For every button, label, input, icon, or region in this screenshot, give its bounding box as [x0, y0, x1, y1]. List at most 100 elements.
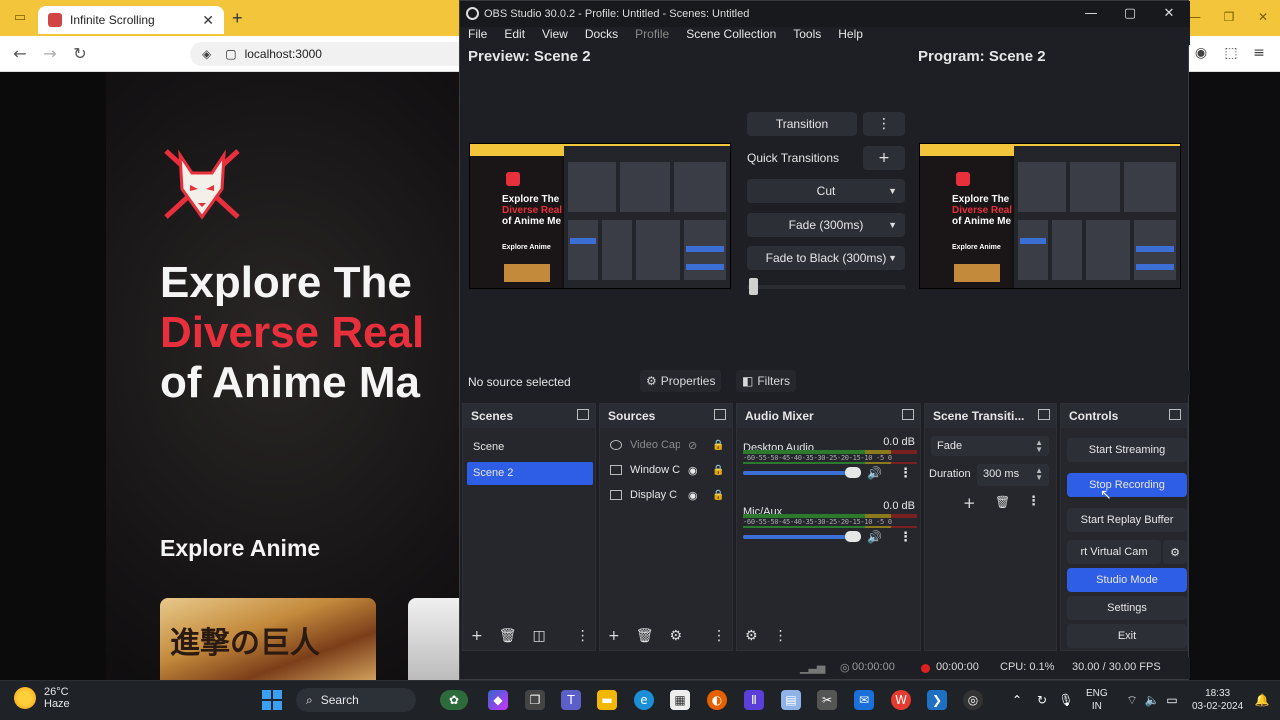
- tray-sync-icon[interactable]: ↻: [1032, 690, 1052, 710]
- filters-button[interactable]: ◧ Filters: [736, 370, 797, 392]
- source-properties-gear-icon[interactable]: ⚙: [670, 628, 683, 644]
- firefox-icon[interactable]: ◐: [707, 690, 727, 710]
- remove-scene-trash-icon[interactable]: 🗑: [499, 628, 517, 644]
- eye-icon[interactable]: ◉: [688, 489, 702, 502]
- transition-slider-handle[interactable]: [749, 278, 758, 295]
- back-icon[interactable]: ←: [10, 44, 30, 64]
- lock-icon[interactable]: 🔒: [712, 440, 724, 451]
- source-item-window-capture[interactable]: Window C ◉ 🔒: [610, 459, 730, 481]
- remove-source-trash-icon[interactable]: 🗑: [636, 628, 654, 644]
- mixer-kebab-icon[interactable]: ⋮: [899, 530, 912, 545]
- source-item-video-capture[interactable]: Video Cap ⊘ 🔒: [610, 434, 730, 456]
- stop-recording-button[interactable]: Stop Recording: [1067, 473, 1187, 497]
- speaker-icon[interactable]: 🔊: [867, 466, 882, 480]
- source-item-display-capture[interactable]: Display C ◉ 🔒: [610, 484, 730, 506]
- extension-icon[interactable]: ◉: [1192, 44, 1210, 62]
- mixer-settings-gear-icon[interactable]: ⚙: [745, 628, 758, 644]
- scene-filters-icon[interactable]: ◫: [533, 628, 546, 644]
- obs-close-icon[interactable]: ✕: [1159, 6, 1179, 21]
- brave-icon[interactable]: W: [891, 690, 911, 710]
- volume-slider-handle[interactable]: [845, 467, 861, 478]
- transition-slider-track[interactable]: [747, 285, 905, 289]
- lock-icon[interactable]: 🔒: [712, 465, 724, 476]
- volume-slider[interactable]: [743, 535, 853, 539]
- tab-close-icon[interactable]: ✕: [202, 12, 214, 29]
- volume-slider[interactable]: [743, 471, 853, 475]
- start-virtual-cam-button[interactable]: rt Virtual Cam: [1067, 540, 1161, 564]
- transition-type-select[interactable]: Fade ▲ ▼: [931, 436, 1049, 456]
- virtual-cam-settings-gear-icon[interactable]: ⚙: [1163, 540, 1187, 564]
- undock-icon[interactable]: [714, 409, 726, 420]
- edge-icon[interactable]: e: [634, 690, 654, 710]
- weather-widget[interactable]: 26°C Haze: [14, 686, 70, 710]
- taskbar-search[interactable]: ⌕ Search: [296, 688, 416, 712]
- site-info-icon[interactable]: ▢: [225, 47, 236, 61]
- tab-list-icon[interactable]: ▭: [10, 8, 30, 28]
- task-view-icon[interactable]: ❐: [525, 690, 545, 710]
- anime-card[interactable]: 進撃の巨人: [160, 598, 376, 680]
- menu-edit[interactable]: Edit: [504, 27, 525, 45]
- anime-card[interactable]: [408, 598, 460, 680]
- file-explorer-icon[interactable]: ▬: [597, 690, 617, 710]
- notes-icon[interactable]: ▤: [781, 690, 801, 710]
- start-button-windows-icon[interactable]: [262, 690, 282, 710]
- menu-icon[interactable]: ≡: [1250, 44, 1268, 62]
- undock-icon[interactable]: [577, 409, 589, 420]
- microphone-icon[interactable]: 🎙: [1056, 690, 1076, 710]
- add-scene-plus-icon[interactable]: +: [471, 628, 483, 644]
- mixer-menu-kebab-icon[interactable]: ⋮: [774, 628, 788, 644]
- menu-file[interactable]: File: [468, 27, 487, 45]
- obs-maximize-icon[interactable]: ▢: [1120, 6, 1140, 21]
- exit-button[interactable]: Exit: [1067, 624, 1187, 648]
- preview-canvas[interactable]: Explore The Diverse Real of Anime Me Exp…: [469, 143, 731, 289]
- obs-minimize-icon[interactable]: —: [1081, 6, 1101, 21]
- quick-transition-cut[interactable]: Cut ▼: [747, 179, 905, 203]
- remove-transition-trash-icon[interactable]: 🗑: [995, 495, 1010, 509]
- undock-icon[interactable]: [1038, 409, 1050, 420]
- obs-taskbar-icon[interactable]: ◎: [963, 690, 983, 710]
- transition-button[interactable]: Transition: [747, 112, 857, 136]
- tray-chevron-up-icon[interactable]: ⌃: [1007, 690, 1027, 710]
- search-highlight-icon[interactable]: ✿: [440, 690, 468, 710]
- mixer-kebab-icon[interactable]: ⋮: [899, 466, 912, 481]
- reload-icon[interactable]: ↻: [70, 44, 90, 64]
- properties-button[interactable]: ⚙ Properties: [640, 370, 722, 392]
- clock[interactable]: 18:33 03-02-2024: [1192, 687, 1243, 713]
- studio-mode-button[interactable]: Studio Mode: [1067, 568, 1187, 592]
- forward-icon[interactable]: →: [40, 44, 60, 64]
- new-tab-button[interactable]: +: [232, 8, 243, 29]
- puzzle-icon[interactable]: ⬚: [1222, 44, 1240, 62]
- undock-icon[interactable]: [1169, 409, 1181, 420]
- wifi-icon[interactable]: ⌔: [1122, 690, 1142, 710]
- start-replay-buffer-button[interactable]: Start Replay Buffer: [1067, 508, 1187, 532]
- add-source-plus-icon[interactable]: +: [608, 628, 620, 644]
- menu-docks[interactable]: Docks: [585, 27, 618, 45]
- eye-icon[interactable]: ◉: [688, 464, 702, 477]
- teams-icon[interactable]: T: [561, 690, 581, 710]
- language-indicator[interactable]: ENG IN: [1086, 687, 1108, 713]
- menu-scene-collection[interactable]: Scene Collection: [686, 27, 776, 45]
- store-icon[interactable]: ▦: [670, 690, 690, 710]
- quick-transition-fade[interactable]: Fade (300ms) ▼: [747, 213, 905, 237]
- browser-tab[interactable]: Infinite Scrolling ✕: [38, 6, 224, 34]
- snipping-tool-icon[interactable]: ✂: [817, 690, 837, 710]
- notification-bell-icon[interactable]: 🔔: [1252, 690, 1272, 710]
- quick-transition-fade-black[interactable]: Fade to Black (300ms) ▼: [747, 246, 905, 270]
- app-icon[interactable]: Ⅱ: [744, 690, 764, 710]
- sources-kebab-icon[interactable]: ⋮: [712, 628, 726, 644]
- speaker-icon[interactable]: 🔊: [867, 530, 882, 544]
- copilot-icon[interactable]: ◆: [488, 690, 508, 710]
- address-bar[interactable]: ◈ ▢ localhost:3000: [190, 42, 470, 66]
- settings-button[interactable]: Settings: [1067, 596, 1187, 620]
- duration-spinbox[interactable]: 300 ms ▲ ▼: [977, 464, 1049, 486]
- lock-icon[interactable]: 🔒: [712, 490, 724, 501]
- transition-menu-kebab-icon[interactable]: ⋮: [863, 112, 905, 136]
- battery-icon[interactable]: ▭: [1162, 690, 1182, 710]
- vscode-icon[interactable]: ❯: [927, 690, 947, 710]
- transition-kebab-icon[interactable]: ⋮: [1027, 494, 1040, 509]
- browser-restore-icon[interactable]: ❐: [1220, 10, 1238, 26]
- mail-icon[interactable]: ✉: [854, 690, 874, 710]
- eye-hidden-icon[interactable]: ⊘: [688, 439, 702, 452]
- menu-help[interactable]: Help: [838, 27, 863, 45]
- undock-icon[interactable]: [902, 409, 914, 420]
